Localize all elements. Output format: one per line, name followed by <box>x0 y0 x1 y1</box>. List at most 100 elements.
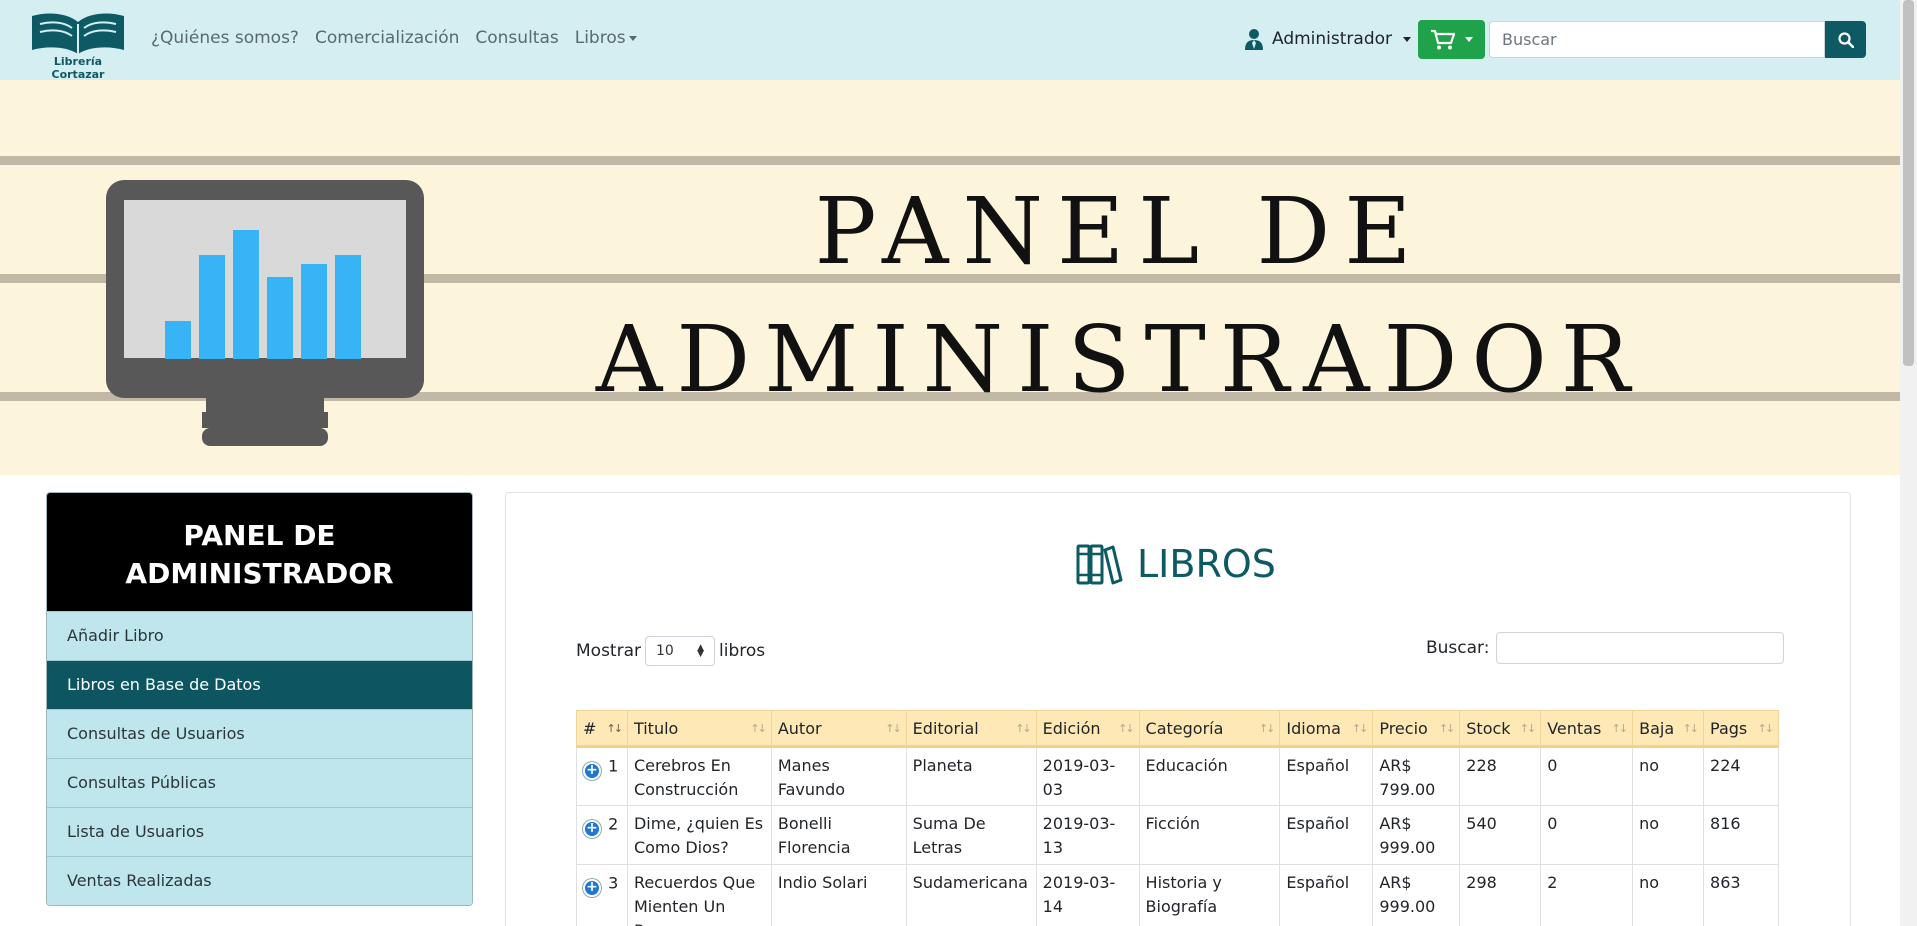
user-name: Administrador <box>1272 29 1393 49</box>
cell-titulo: Recuerdos Que Mienten Un Poco <box>626 864 772 926</box>
sort-icon: ↑↓ <box>1611 722 1629 735</box>
books-icon <box>1076 544 1123 585</box>
cell-pags: 816 <box>1703 805 1779 865</box>
page-length-value: 10 <box>656 643 674 659</box>
expand-row-icon[interactable]: + <box>583 762 601 780</box>
cell-autor: Bonelli Florencia <box>770 805 907 865</box>
cart-button[interactable] <box>1418 20 1485 59</box>
sort-icon: ↑↓ <box>885 722 902 735</box>
column-header-edicion[interactable]: Edición ↑↓ <box>1035 710 1140 748</box>
sort-icon: ↑↓ <box>1258 722 1276 735</box>
column-header-baja[interactable]: Baja ↑↓ <box>1632 710 1705 748</box>
show-label: Mostrar <box>576 641 641 661</box>
sort-icon: ↑↓ <box>606 722 624 735</box>
user-menu[interactable]: Administrador <box>1244 28 1412 50</box>
cell-stock: 228 <box>1459 746 1542 806</box>
cell-idioma: Español <box>1279 746 1374 806</box>
expand-row-icon[interactable]: + <box>583 820 601 838</box>
column-header-ventas[interactable]: Ventas ↑↓ <box>1540 710 1634 748</box>
table-search-label: Buscar: <box>1426 638 1490 658</box>
cell-index[interactable]: + 2 <box>576 805 628 865</box>
cell-precio: AR$ 799.00 <box>1372 746 1461 806</box>
column-header-autor[interactable]: Autor ↑↓ <box>770 710 907 748</box>
table-search-input[interactable] <box>1496 632 1785 664</box>
cell-categoria: Historia y Biografía <box>1138 864 1281 926</box>
nav-link-comercializacion[interactable]: Comercialización <box>315 28 459 48</box>
table-header-row: # ↑↓ Titulo ↑↓ Autor ↑↓ Editorial ↑↓ Edición… <box>576 710 1779 748</box>
sort-icon: ↑↓ <box>1519 722 1537 735</box>
monitor-chart-icon <box>106 180 424 446</box>
cell-precio: AR$ 999.00 <box>1372 864 1461 926</box>
cell-baja: no <box>1632 805 1705 865</box>
navbar: Librería Cortazar ¿Quiénes somos? Comerc… <box>0 0 1900 81</box>
cell-edicion: 2019-03-03 <box>1035 746 1140 806</box>
hero-title: PANEL DE ADMINISTRADOR <box>560 168 1680 424</box>
cell-stock: 298 <box>1459 864 1542 926</box>
column-header-precio[interactable]: Precio ↑↓ <box>1372 710 1461 748</box>
nav-dropdown-libros[interactable]: Libros <box>575 28 637 48</box>
cart-icon <box>1431 29 1456 49</box>
cell-baja: no <box>1632 746 1705 806</box>
admin-sidebar: PANEL DE ADMINISTRADOR Añadir Libro Libr… <box>46 492 473 906</box>
column-header-stock[interactable]: Stock ↑↓ <box>1459 710 1542 748</box>
cell-titulo: Dime, ¿quien Es Como Dios? <box>626 805 772 865</box>
cell-autor: Manes Favundo <box>770 746 907 806</box>
sidebar-item-consultas-de-usuarios[interactable]: Consultas de Usuarios <box>47 709 472 758</box>
sort-icon: ↑↓ <box>1438 722 1456 735</box>
column-header-pags[interactable]: Pags ↑↓ <box>1703 710 1779 748</box>
chevron-down-icon <box>628 35 637 41</box>
sort-icon: ↑↓ <box>1118 722 1135 735</box>
column-header-titulo[interactable]: Titulo ↑↓ <box>626 710 772 748</box>
search-button[interactable] <box>1825 21 1866 58</box>
cell-stock: 540 <box>1459 805 1542 865</box>
nav-links: ¿Quiénes somos? Comercialización Consult… <box>151 28 637 48</box>
cell-categoria: Educación <box>1138 746 1281 806</box>
sort-icon: ↑↓ <box>1682 722 1700 735</box>
search-icon <box>1837 31 1854 48</box>
sidebar-item-libros-en-base-de-datos[interactable]: Libros en Base de Datos <box>47 660 472 709</box>
logo[interactable]: Librería Cortazar <box>26 10 130 81</box>
sidebar-item-ventas-realizadas[interactable]: Ventas Realizadas <box>47 856 472 905</box>
open-book-icon <box>32 13 124 54</box>
cell-categoria: Ficción <box>1138 805 1281 865</box>
sort-icon: ↑↓ <box>1757 722 1775 735</box>
page-scrollbar-thumb[interactable] <box>1903 0 1914 366</box>
table-row: + 1 Cerebros En Construcción Manes Favun… <box>576 746 1779 806</box>
hero-banner: PANEL DE ADMINISTRADOR <box>0 80 1900 475</box>
page-title-text: LIBROS <box>1137 542 1276 586</box>
sidebar-title-line2: ADMINISTRADOR <box>125 557 394 590</box>
nav-link-consultas[interactable]: Consultas <box>475 28 558 48</box>
cell-precio: AR$ 999.00 <box>1372 805 1461 865</box>
cell-ventas: 0 <box>1540 746 1634 806</box>
cell-pags: 224 <box>1703 746 1779 806</box>
page-title: LIBROS <box>1075 542 1276 586</box>
expand-row-icon[interactable]: + <box>583 879 601 897</box>
column-header-categoria[interactable]: Categoría ↑↓ <box>1138 710 1281 748</box>
sidebar-item-lista-de-usuarios[interactable]: Lista de Usuarios <box>47 807 472 856</box>
sidebar-item-consultas-publicas[interactable]: Consultas Públicas <box>47 758 472 807</box>
hero-title-line1: PANEL DE <box>814 178 1426 285</box>
column-header-index[interactable]: # ↑↓ <box>576 710 628 748</box>
search-input[interactable]: Buscar <box>1489 21 1825 58</box>
cell-idioma: Español <box>1279 805 1374 865</box>
nav-link-quienes-somos[interactable]: ¿Quiénes somos? <box>151 28 299 48</box>
column-header-idioma[interactable]: Idioma ↑↓ <box>1279 710 1374 748</box>
logo-text: Librería Cortazar <box>51 55 105 81</box>
cell-editorial: Planeta <box>905 746 1037 806</box>
cell-index[interactable]: + 3 <box>576 864 628 926</box>
cell-ventas: 2 <box>1540 864 1634 926</box>
sidebar-title: PANEL DE ADMINISTRADOR <box>47 493 472 611</box>
sort-icon: ↑↓ <box>1015 722 1032 735</box>
sort-icon: ↑↓ <box>750 722 767 735</box>
cell-idioma: Español <box>1279 864 1374 926</box>
page-length-select[interactable]: 10 ▲ ▼ <box>645 636 715 666</box>
cell-baja: no <box>1632 864 1705 926</box>
show-suffix: libros <box>719 641 766 661</box>
sidebar-item-anadir-libro[interactable]: Añadir Libro <box>47 611 472 660</box>
cell-index[interactable]: + 1 <box>576 746 628 806</box>
column-header-editorial[interactable]: Editorial ↑↓ <box>905 710 1037 748</box>
table-row: + 2 Dime, ¿quien Es Como Dios? Bonelli F… <box>576 805 1779 865</box>
hero-title-line2: ADMINISTRADOR <box>595 306 1645 413</box>
decorative-stripe <box>0 156 1900 165</box>
table-search-control: Buscar: <box>1426 632 1785 664</box>
